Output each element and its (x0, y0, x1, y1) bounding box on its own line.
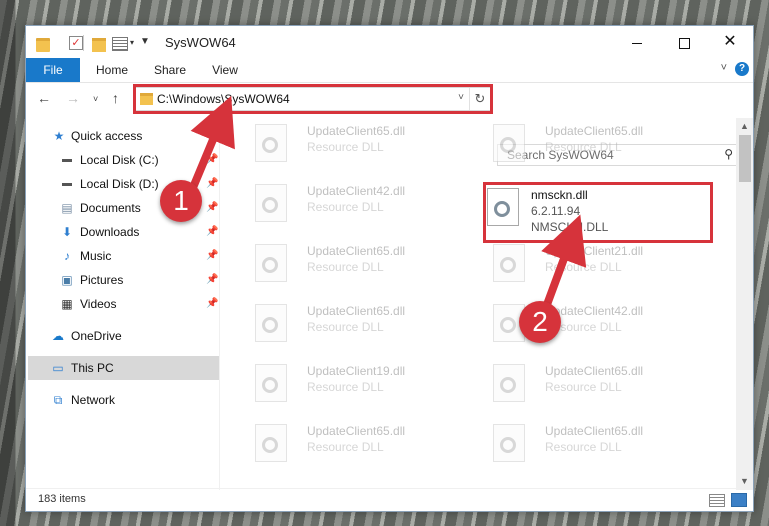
callout-badge-2: 2 (519, 301, 561, 343)
callout-arrow-1 (188, 95, 235, 194)
callout-arrows (188, 95, 587, 314)
callout-badge-1: 1 (160, 180, 202, 222)
callout-arrow-2 (541, 214, 587, 314)
